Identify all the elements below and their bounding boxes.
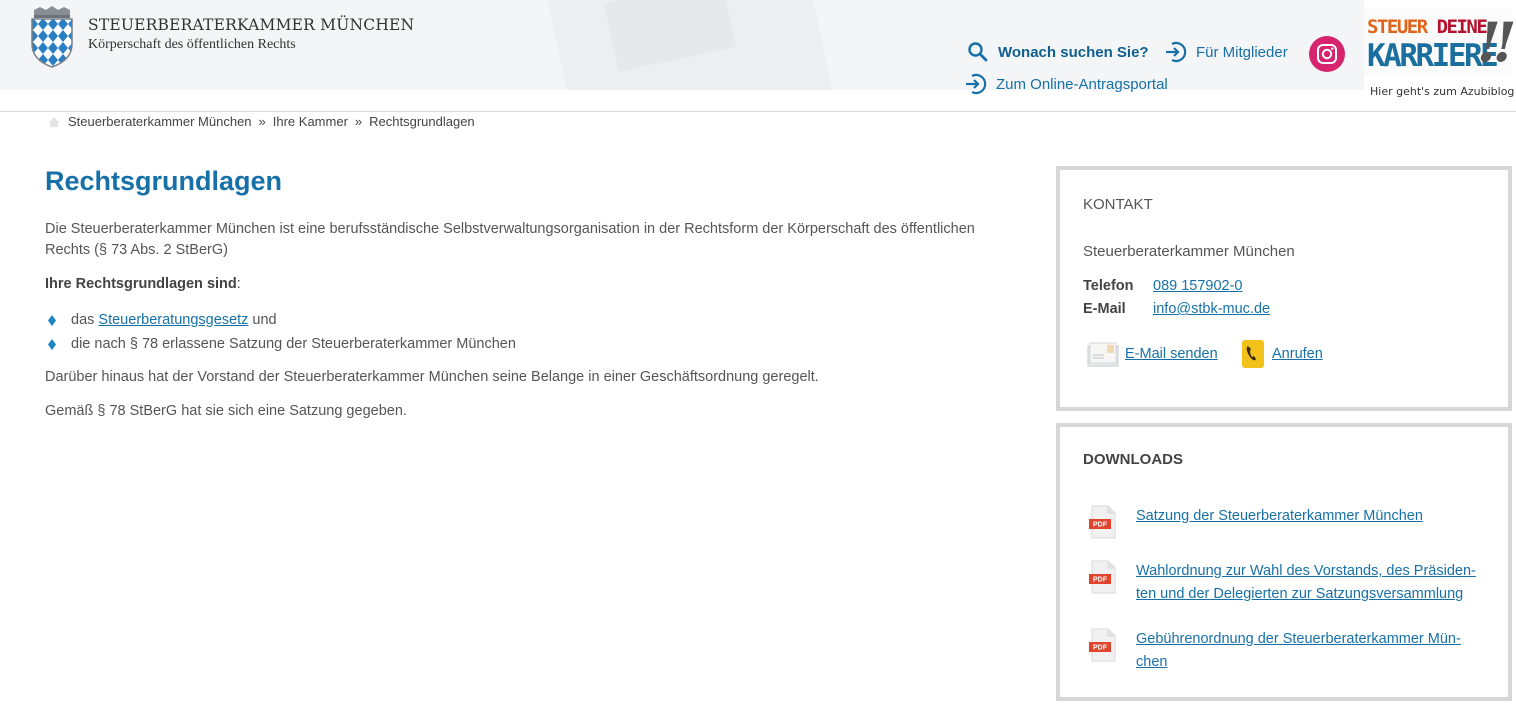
svg-text:PDF: PDF [1093,645,1108,652]
login-arrow-icon [966,73,987,95]
email-link[interactable]: info@stbk-muc.de [1153,301,1270,317]
site-header: STEUERBERATERKAMMER MÜNCHEN Körperschaft… [0,0,1516,112]
org-title: STEUERBERATERKAMMER MÜNCHEN [88,16,415,34]
search-link[interactable]: Wonach suchen Sie? [966,40,1149,64]
phone-label: Telefon [1083,278,1134,294]
phone-icon [1242,340,1264,368]
download-label: Satzung der Steuerberaterkammer München [1136,508,1423,524]
portal-label: Zum Online-Antragsportal [996,75,1168,93]
legal-basis-list: das Steuerberatungsgesetz und die nach §… [45,308,1005,356]
instagram-icon [1317,44,1337,64]
list-item: das Steuerberatungsgesetz und [45,308,1005,332]
svg-text:PDF: PDF [1093,577,1108,584]
steuerberatungsgesetz-link[interactable]: Steuerberatungsgesetz [98,308,248,332]
home-icon[interactable] [48,116,60,128]
contact-phone-row: Telefon 089 157902-0 [1083,278,1243,294]
org-subtitle: Körperschaft des öffentlichen Rechts [88,37,296,52]
diamond-bullet-icon [48,338,56,350]
search-icon [968,42,988,62]
download-label: Gebührenordnung der Steuerberaterkammer … [1136,631,1461,670]
breadcrumb-separator: » [258,114,266,129]
breadcrumb-item-current: Rechtsgrundlagen [369,114,475,129]
site-logo[interactable]: STEUERBERATERKAMMER MÜNCHEN Körperschaft… [28,6,414,68]
contact-email-row: E-Mail info@stbk-muc.de [1083,301,1270,317]
intro-paragraph: Die Steuerberaterkammer München ist eine… [45,221,975,258]
coat-of-arms-icon [31,6,73,68]
login-arrow-icon [1166,41,1187,63]
karriere-line1: STEUER DEINE [1367,16,1488,38]
envelope-icon [1087,342,1119,367]
contact-heading: KONTAKT [1083,196,1153,213]
main-content: Rechtsgrundlagen Die Steuerberaterkammer… [45,166,1005,435]
azubiblog-caption: Hier geht's zum Azubiblog [1370,85,1515,98]
members-link[interactable]: Für Mitglieder [1164,40,1288,64]
portal-link[interactable]: Zum Online-Antragsportal [964,72,1168,96]
karriere-banner[interactable]: STEUER DEINE KARRIERE !! [1364,8,1516,76]
instagram-link[interactable] [1309,36,1345,72]
download-item[interactable]: PDF Gebührenordnung der Steuerberaterkam… [1089,628,1486,674]
page-title: Rechtsgrundlagen [45,166,283,196]
list-item: die nach § 78 erlassene Satzung der Steu… [45,332,1005,356]
pdf-icon: PDF [1089,628,1116,662]
diamond-bullet-icon [48,314,56,326]
downloads-heading: DOWNLOADS [1083,451,1183,468]
phone-link[interactable]: 089 157902-0 [1153,278,1243,294]
search-label: Wonach suchen Sie? [998,43,1149,61]
list-heading: Ihre Rechtsgrundlagen sind: [45,276,241,292]
members-label: Für Mitglieder [1196,43,1288,61]
download-label: Wahlordnung zur Wahl des Vorstands, des … [1136,563,1476,602]
send-email-label: E-Mail senden [1125,346,1218,362]
pdf-icon: PDF [1089,560,1116,594]
breadcrumb-item-kammer[interactable]: Ihre Kammer [273,114,348,129]
breadcrumb-separator: » [354,114,363,129]
paragraph-satzung: Gemäß § 78 StBerG hat sie sich eine Satz… [45,403,407,419]
download-item[interactable]: PDF Wahlordnung zur Wahl des Vorstands, … [1089,560,1486,606]
svg-text:PDF: PDF [1093,522,1108,529]
download-item[interactable]: PDF Satzung der Steuerberaterkammer Münc… [1089,505,1486,539]
breadcrumb-item-home[interactable]: Steuerberaterkammer München [68,114,252,129]
send-email-button[interactable]: E-Mail senden [1087,339,1218,369]
contact-box: KONTAKT Steuerberaterkammer München Tele… [1056,166,1512,411]
contact-org-name: Steuerberaterkammer München [1083,243,1295,260]
breadcrumb: Steuerberaterkammer München » Ihre Kamme… [48,114,475,129]
call-label: Anrufen [1272,346,1323,362]
karriere-exclamation: !! [1477,10,1516,74]
pdf-icon: PDF [1089,505,1116,539]
email-label: E-Mail [1083,301,1126,317]
call-button[interactable]: Anrufen [1238,339,1323,369]
paragraph-geschaeftsordnung: Darüber hinaus hat der Vorstand der Steu… [45,369,819,385]
downloads-box: DOWNLOADS PDF Satzung der Steuerberaterk… [1056,423,1512,701]
